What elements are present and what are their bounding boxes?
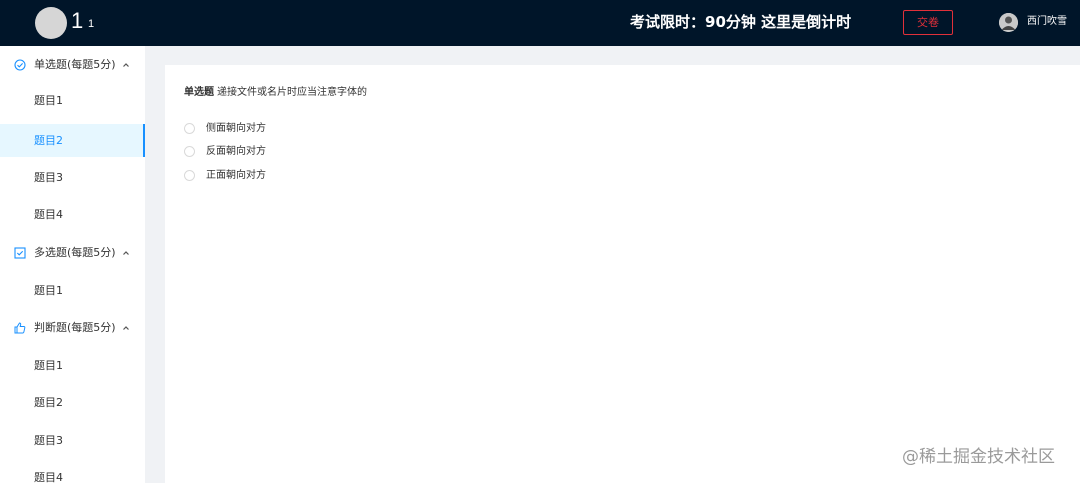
- sidebar-item-label: 题目3: [34, 171, 63, 184]
- question-stem: 递接文件或名片时应当注意字体的: [217, 87, 367, 98]
- group-multiple-choice[interactable]: 多选题(每题5分): [0, 234, 145, 272]
- radio-button[interactable]: [184, 170, 195, 181]
- group-title-label: 判断题(每题5分): [34, 321, 116, 334]
- chevron-up-icon: [123, 326, 129, 330]
- watermark: @稀土掘金技术社区: [902, 447, 1055, 467]
- sidebar-item-label: 题目1: [34, 94, 63, 107]
- sidebar-item-multi-q1[interactable]: 题目1: [0, 274, 145, 307]
- sidebar-item-tf-q4[interactable]: 题目4: [0, 461, 145, 483]
- option-label: 侧面朝向对方: [206, 123, 266, 134]
- option-label: 反面朝向对方: [206, 146, 266, 157]
- sidebar-item-single-q4[interactable]: 题目4: [0, 198, 145, 231]
- question-type-label: 单选题: [184, 87, 214, 98]
- sidebar-item-tf-q1[interactable]: 题目1: [0, 349, 145, 382]
- option-label: 正面朝向对方: [206, 170, 266, 181]
- check-circle-icon: [14, 59, 26, 71]
- submit-exam-button[interactable]: 交卷: [903, 10, 953, 35]
- sidebar-item-tf-q2[interactable]: 题目2: [0, 386, 145, 419]
- question-panel: 单选题 递接文件或名片时应当注意字体的 侧面朝向对方 反面朝向对方 正面朝向对方: [165, 65, 1080, 483]
- brand-subtitle: 1: [88, 18, 95, 30]
- sidebar-item-label: 题目2: [34, 396, 63, 409]
- checkbox-icon: [14, 247, 26, 259]
- logo: [35, 7, 67, 39]
- sidebar-item-label: 题目1: [34, 284, 63, 297]
- sidebar-item-single-q3[interactable]: 题目3: [0, 161, 145, 194]
- radio-button[interactable]: [184, 146, 195, 157]
- sidebar-item-label: 题目4: [34, 208, 63, 221]
- exam-timer: 考试限时：90分钟 这里是倒计时: [630, 13, 852, 31]
- sidebar-item-label: 题目2: [34, 134, 63, 147]
- thumbs-up-icon: [14, 322, 26, 334]
- group-true-false[interactable]: 判断题(每题5分): [0, 309, 145, 347]
- group-title-label: 多选题(每题5分): [34, 246, 116, 259]
- radio-button[interactable]: [184, 123, 195, 134]
- top-header: 1 1 考试限时：90分钟 这里是倒计时 交卷 西门吹雪: [0, 0, 1080, 46]
- sidebar-item-label: 题目4: [34, 471, 63, 483]
- chevron-up-icon: [123, 63, 129, 67]
- sidebar-item-label: 题目1: [34, 359, 63, 372]
- avatar-icon: [999, 13, 1018, 32]
- sidebar-item-label: 题目3: [34, 434, 63, 447]
- user-avatar[interactable]: [999, 13, 1018, 32]
- sidebar-item-single-q1[interactable]: 题目1: [0, 84, 145, 117]
- user-name[interactable]: 西门吹雪: [1027, 15, 1067, 29]
- brand-title: 1: [71, 8, 84, 33]
- chevron-up-icon: [123, 251, 129, 255]
- group-single-choice[interactable]: 单选题(每题5分): [0, 46, 145, 84]
- question-text: 单选题 递接文件或名片时应当注意字体的: [184, 86, 367, 100]
- question-nav-sidebar: 单选题(每题5分) 题目1 题目2 题目3 题目4 多选题(每题5分) 题目1 …: [0, 46, 145, 483]
- sidebar-item-tf-q3[interactable]: 题目3: [0, 424, 145, 457]
- group-title-label: 单选题(每题5分): [34, 58, 116, 71]
- sidebar-item-single-q2[interactable]: 题目2: [0, 124, 145, 157]
